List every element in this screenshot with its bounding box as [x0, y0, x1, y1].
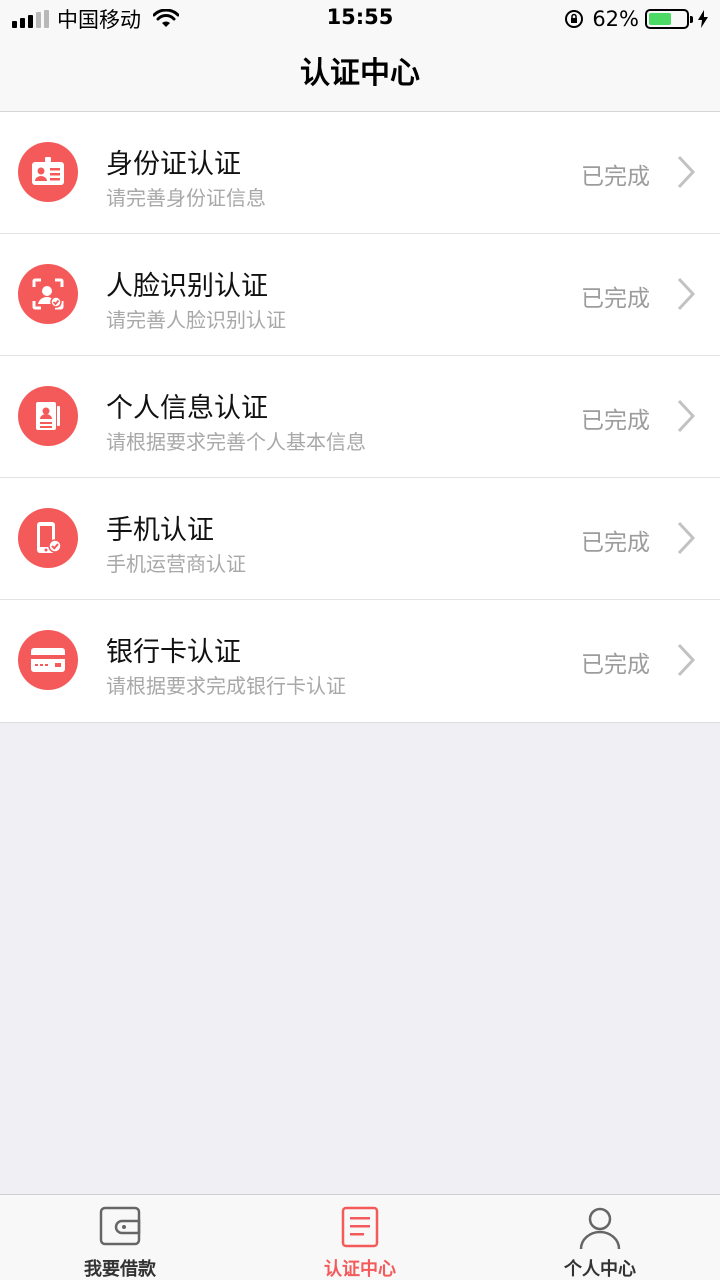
battery-icon — [645, 9, 693, 29]
item-title: 个人信息认证 — [106, 393, 268, 424]
battery-percent: 62% — [592, 7, 639, 31]
item-subtitle: 请完善身份证信息 — [106, 186, 266, 210]
item-subtitle: 手机运营商认证 — [106, 552, 246, 576]
item-title: 人脸识别认证 — [106, 271, 268, 302]
list-item-phone[interactable]: 手机认证 手机运营商认证 已完成 — [0, 478, 720, 600]
tab-borrow[interactable]: 我要借款 — [0, 1195, 240, 1280]
item-status: 已完成 — [581, 164, 650, 190]
wallet-icon — [99, 1206, 141, 1246]
item-status: 已完成 — [581, 530, 650, 556]
personal-info-icon — [18, 386, 78, 446]
item-title: 身份证认证 — [106, 149, 241, 180]
status-right: 62% — [564, 6, 708, 32]
item-status: 已完成 — [581, 652, 650, 678]
list-item-personal-info[interactable]: 个人信息认证 请根据要求完善个人基本信息 已完成 — [0, 356, 720, 478]
item-subtitle: 请根据要求完成银行卡认证 — [106, 674, 346, 698]
item-subtitle: 请完善人脸识别认证 — [106, 308, 286, 332]
item-title: 手机认证 — [106, 515, 214, 546]
chevron-right-icon — [677, 521, 696, 555]
item-subtitle: 请根据要求完善个人基本信息 — [106, 430, 366, 454]
charging-bolt-icon — [698, 10, 708, 28]
chevron-right-icon — [677, 399, 696, 433]
phone-check-icon — [18, 508, 78, 568]
item-status: 已完成 — [581, 286, 650, 312]
status-bar: 中国移动 15:55 62% — [0, 0, 720, 38]
navigation-bar: 认证中心 — [0, 38, 720, 112]
person-icon — [579, 1207, 621, 1250]
face-scan-icon — [18, 264, 78, 324]
verification-list: 身份证认证 请完善身份证信息 已完成 人脸识别认证 请完善人脸识别认证 已完成 — [0, 112, 720, 723]
id-card-icon — [18, 142, 78, 202]
document-list-icon — [341, 1206, 379, 1248]
list-item-face-recognition[interactable]: 人脸识别认证 请完善人脸识别认证 已完成 — [0, 234, 720, 356]
tab-label: 我要借款 — [84, 1259, 156, 1280]
tab-label: 认证中心 — [324, 1259, 396, 1280]
item-status: 已完成 — [581, 408, 650, 434]
list-item-id-card[interactable]: 身份证认证 请完善身份证信息 已完成 — [0, 112, 720, 234]
chevron-right-icon — [677, 643, 696, 677]
battery-fill — [649, 13, 672, 25]
tab-personal-center[interactable]: 个人中心 — [480, 1195, 720, 1280]
chevron-right-icon — [677, 155, 696, 189]
tab-verification-center[interactable]: 认证中心 — [240, 1195, 480, 1280]
bank-card-icon — [18, 630, 78, 690]
orientation-lock-icon — [565, 10, 584, 28]
tab-label: 个人中心 — [564, 1259, 636, 1280]
tab-bar: 我要借款 认证中心 个人中心 — [0, 1194, 720, 1280]
list-item-bank-card[interactable]: 银行卡认证 请根据要求完成银行卡认证 已完成 — [0, 600, 720, 722]
item-title: 银行卡认证 — [106, 637, 241, 668]
chevron-right-icon — [677, 277, 696, 311]
page-title: 认证中心 — [300, 56, 420, 91]
